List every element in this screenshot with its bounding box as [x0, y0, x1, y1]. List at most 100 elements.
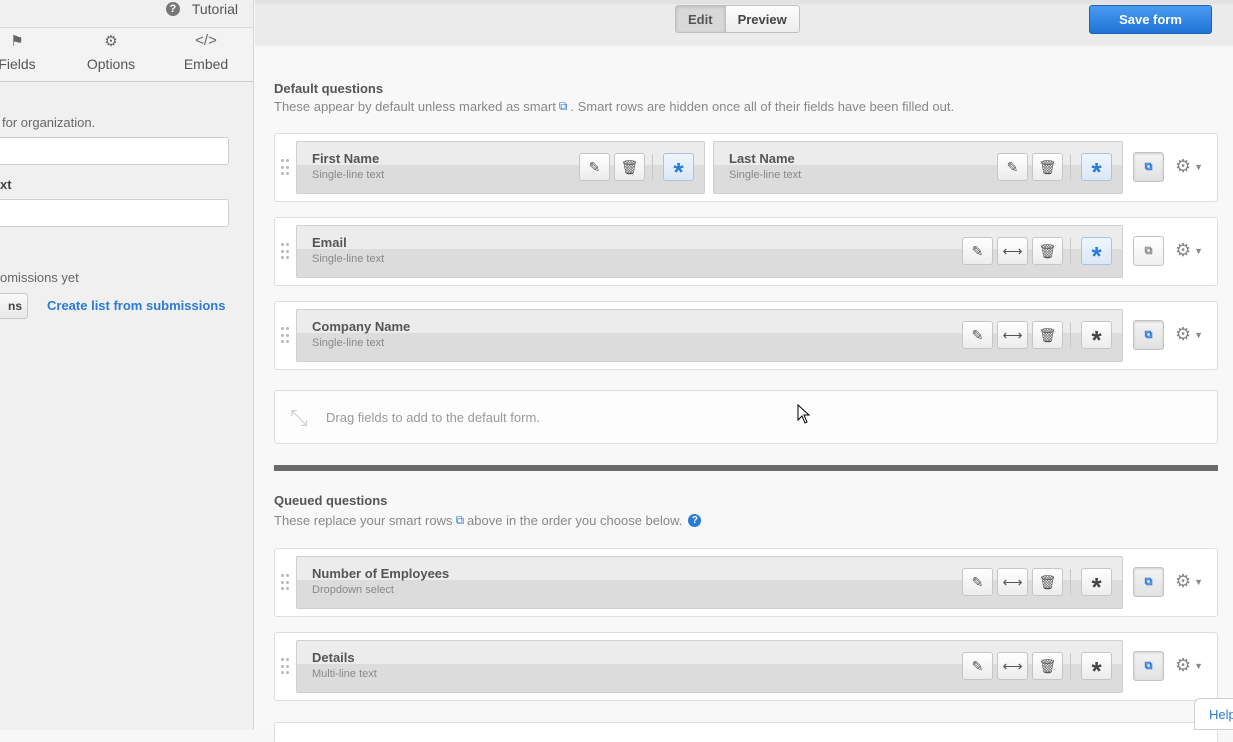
smart-link-icon[interactable]: ⧉ [1133, 152, 1164, 182]
asterisk-icon[interactable]: * [1081, 153, 1112, 181]
drop-zone[interactable]: ⤡ Drag fields to add to the default form… [274, 390, 1218, 444]
field-name: Details [312, 650, 355, 665]
default-questions-desc: These appear by default unless marked as… [274, 99, 954, 114]
field-tools: ✎ 🗑 * [993, 153, 1112, 181]
tab-fields-label: Fields [0, 56, 36, 72]
field-number-of-employees[interactable]: Number of Employees Dropdown select ✎ ⟷ … [296, 556, 1123, 609]
default-questions-title: Default questions [274, 81, 383, 96]
form-editor: Default questions These appear by defaul… [255, 46, 1233, 730]
smart-link-icon[interactable]: ⧉ [1133, 651, 1164, 681]
smart-link-icon[interactable]: ⧉ [1133, 567, 1164, 597]
pencil-icon[interactable]: ✎ [962, 652, 993, 680]
smart-link-icon[interactable]: ⧉ [1133, 236, 1164, 266]
field-type: Multi-line text [312, 668, 377, 680]
field-tools: ✎ ⟷ 🗑 * [958, 237, 1112, 265]
tool-separator [1070, 569, 1071, 595]
pencil-icon[interactable]: ✎ [997, 153, 1028, 181]
tab-options[interactable]: ⚙ Options [71, 32, 151, 72]
trash-icon[interactable]: 🗑 [1032, 153, 1063, 181]
trash-icon[interactable]: 🗑 [1032, 652, 1063, 680]
compress-icon: ⤡ [290, 405, 308, 431]
smart-link-icon[interactable]: ⧉ [1133, 320, 1164, 350]
tool-separator [1070, 653, 1071, 679]
queued-questions-title: Queued questions [274, 493, 387, 508]
form-row[interactable]: First Name Single-line text ✎ 🗑 * Last N… [274, 133, 1218, 202]
chevron-down-icon: ▼ [1194, 577, 1203, 587]
gear-icon[interactable]: ⚙▼ [1175, 156, 1203, 177]
queued-questions-desc: These replace your smart rows ⧉ above in… [274, 513, 701, 528]
field-tools: ✎ 🗑 * [575, 153, 694, 181]
tab-fields[interactable]: ⚑ Fields [0, 32, 57, 72]
question-icon: ? [166, 2, 180, 16]
submissions-button[interactable]: ns [0, 293, 28, 319]
field-last-name[interactable]: Last Name Single-line text ✎ 🗑 * [713, 141, 1123, 194]
preview-button[interactable]: Preview [726, 5, 800, 33]
text-label: xt [0, 177, 12, 192]
sidebar-tabs: ⚑ Fields ⚙ Options </> Embed [0, 27, 254, 82]
gear-icon: ⚙ [71, 32, 151, 52]
form-row[interactable]: Company Name Single-line text ✎ ⟷ 🗑 * ⧉ … [274, 301, 1218, 370]
gear-icon[interactable]: ⚙▼ [1175, 571, 1203, 592]
submissions-text: omissions yet [0, 270, 79, 285]
help-tab[interactable]: Help [1194, 698, 1233, 730]
drag-handle-icon[interactable] [281, 658, 289, 676]
form-row[interactable]: Details Multi-line text ✎ ⟷ 🗑 * ⧉ ⚙▼ [274, 632, 1218, 701]
gear-icon[interactable]: ⚙▼ [1175, 655, 1203, 676]
tutorial-link[interactable]: ? Tutorial [166, 1, 238, 17]
field-first-name[interactable]: First Name Single-line text ✎ 🗑 * [296, 141, 705, 194]
trash-icon[interactable]: 🗑 [614, 153, 645, 181]
chevron-down-icon: ▼ [1194, 162, 1203, 172]
field-name: Number of Employees [312, 566, 449, 581]
form-row-partial[interactable] [274, 722, 1218, 742]
asterisk-icon[interactable]: * [1081, 321, 1112, 349]
drag-handle-icon[interactable] [281, 327, 289, 345]
asterisk-icon[interactable]: * [663, 153, 694, 181]
tool-separator [1070, 322, 1071, 348]
field-type: Single-line text [312, 169, 384, 181]
field-company-name[interactable]: Company Name Single-line text ✎ ⟷ 🗑 * [296, 309, 1123, 362]
field-email[interactable]: Email Single-line text ✎ ⟷ 🗑 * [296, 225, 1123, 278]
pencil-icon[interactable]: ✎ [962, 568, 993, 596]
arrows-horizontal-icon[interactable]: ⟷ [997, 237, 1028, 265]
arrows-horizontal-icon[interactable]: ⟷ [997, 321, 1028, 349]
field-tools: ✎ ⟷ 🗑 * [958, 568, 1112, 596]
smart-link-icon: ⧉ [455, 513, 464, 528]
org-text: for organization. [2, 115, 95, 130]
smart-link-icon: ⧉ [559, 99, 568, 114]
form-row[interactable]: Email Single-line text ✎ ⟷ 🗑 * ⧉ ⚙▼ [274, 217, 1218, 286]
field-type: Single-line text [312, 253, 384, 265]
org-input[interactable] [0, 137, 229, 165]
top-toolbar: Edit Preview Save form [255, 0, 1233, 46]
pencil-icon[interactable]: ✎ [962, 237, 993, 265]
code-icon: </> [166, 32, 246, 52]
arrows-horizontal-icon[interactable]: ⟷ [997, 652, 1028, 680]
trash-icon[interactable]: 🗑 [1032, 237, 1063, 265]
save-form-button[interactable]: Save form [1089, 5, 1212, 34]
section-divider[interactable] [274, 465, 1218, 471]
drag-handle-icon[interactable] [281, 243, 289, 261]
form-row[interactable]: Number of Employees Dropdown select ✎ ⟷ … [274, 548, 1218, 617]
edit-button[interactable]: Edit [675, 5, 726, 33]
trash-icon[interactable]: 🗑 [1032, 568, 1063, 596]
tab-embed[interactable]: </> Embed [166, 32, 246, 72]
asterisk-icon[interactable]: * [1081, 237, 1112, 265]
help-icon[interactable]: ? [688, 514, 701, 527]
mouse-cursor-icon [797, 404, 811, 425]
field-details[interactable]: Details Multi-line text ✎ ⟷ 🗑 * [296, 640, 1123, 693]
pencil-icon[interactable]: ✎ [579, 153, 610, 181]
trash-icon[interactable]: 🗑 [1032, 321, 1063, 349]
arrows-horizontal-icon[interactable]: ⟷ [997, 568, 1028, 596]
chevron-down-icon: ▼ [1194, 246, 1203, 256]
gear-icon[interactable]: ⚙▼ [1175, 240, 1203, 261]
drag-handle-icon[interactable] [281, 159, 289, 177]
queued-desc-after: above in the order you choose below. [467, 513, 682, 528]
gear-icon[interactable]: ⚙▼ [1175, 324, 1203, 345]
asterisk-icon[interactable]: * [1081, 652, 1112, 680]
field-type: Single-line text [312, 337, 384, 349]
tool-separator [1070, 238, 1071, 264]
drag-handle-icon[interactable] [281, 574, 289, 592]
text-input[interactable] [0, 199, 229, 227]
create-list-link[interactable]: Create list from submissions [47, 298, 225, 313]
asterisk-icon[interactable]: * [1081, 568, 1112, 596]
pencil-icon[interactable]: ✎ [962, 321, 993, 349]
